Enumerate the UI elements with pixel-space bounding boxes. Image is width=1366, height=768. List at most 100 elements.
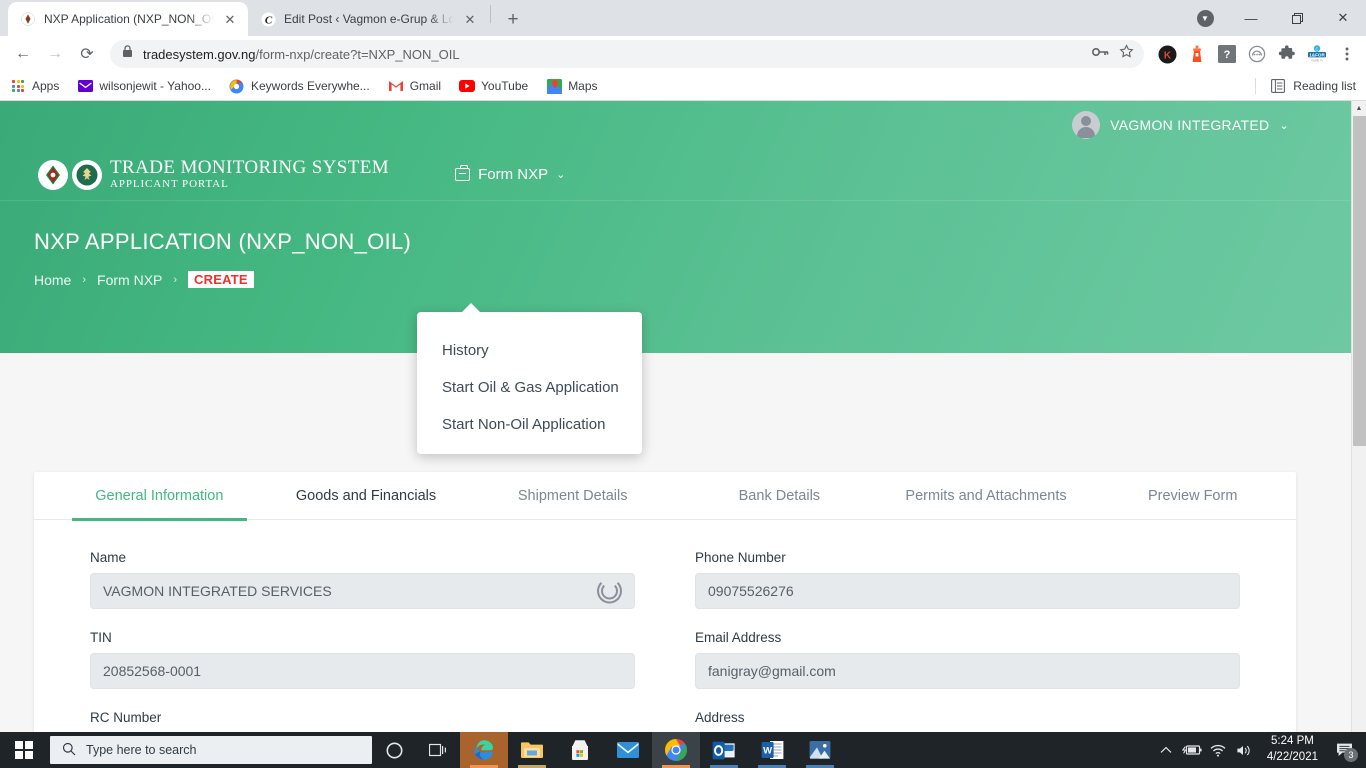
email-address-value: fanigray@gmail.com [708, 663, 836, 679]
search-icon [62, 742, 76, 759]
windows-taskbar: Type here to search W 5:24 PM 4/22/2021 … [0, 732, 1366, 768]
rc-number-label: RC Number [90, 710, 162, 725]
breadcrumb-item-form-nxp[interactable]: Form NXP [97, 272, 162, 288]
outlook-icon[interactable] [700, 732, 748, 768]
form-column-right: Phone Number 09075526276 Email Address f… [695, 550, 1240, 732]
svg-text:1&FOR: 1&FOR [1309, 52, 1325, 57]
breadcrumb: Home › Form NXP › CREATE [34, 271, 1351, 288]
breadcrumb-separator: › [82, 273, 87, 286]
minimize-button[interactable]: — [1228, 2, 1274, 34]
windows-start-icon[interactable] [0, 732, 48, 768]
menu-item-start-oil-gas-application[interactable]: Start Oil & Gas Application [417, 369, 642, 406]
reload-button[interactable]: ⟳ [72, 39, 102, 69]
microsoft-edge-icon[interactable] [460, 732, 508, 768]
email-address-label: Email Address [695, 630, 782, 645]
battery-charging-icon[interactable] [1179, 732, 1205, 768]
kaspersky-extension-icon[interactable]: K [1156, 43, 1178, 65]
user-menu-button[interactable]: VAGMON INTEGRATED ⌄ [1072, 111, 1289, 139]
nav-item-form-nxp[interactable]: Form NXP ⌄ [455, 165, 566, 183]
photos-icon[interactable] [796, 732, 844, 768]
c-for-badge-extension-icon[interactable]: C 1&FOR made in [1306, 43, 1328, 65]
mail-icon[interactable] [604, 732, 652, 768]
volume-icon[interactable] [1231, 732, 1257, 768]
close-window-button[interactable]: ✕ [1320, 2, 1366, 34]
cortana-circle-icon[interactable] [372, 732, 416, 768]
puzzle-extensions-icon[interactable] [1276, 43, 1298, 65]
web-page: VAGMON INTEGRATED ⌄ TRADE MONITORING SYS… [0, 101, 1351, 732]
bookmark-youtube[interactable]: YouTube [459, 78, 528, 94]
nigeria-coat-of-arms-icon [38, 159, 68, 190]
url-path: /form-nxp/create?t=NXP_NON_OIL [255, 46, 460, 62]
wifi-icon[interactable] [1205, 732, 1231, 768]
bookmark-label: YouTube [481, 79, 529, 93]
nav-item-label: Form NXP [478, 166, 549, 183]
scrollbar-thumb[interactable] [1353, 116, 1366, 446]
close-icon[interactable]: ✕ [462, 11, 478, 27]
form-nxp-dropdown-menu: History Start Oil & Gas Application Star… [417, 303, 642, 454]
lighthouse-extension-icon[interactable] [1186, 43, 1208, 65]
star-icon[interactable] [1119, 44, 1134, 64]
tab-permits-and-attachments[interactable]: Permits and Attachments [883, 472, 1090, 520]
page-scrollbar[interactable]: ▲ [1351, 101, 1366, 732]
taskbar-clock[interactable]: 5:24 PM 4/22/2021 [1257, 734, 1328, 765]
back-button[interactable]: ← [8, 39, 38, 69]
bookmark-keywords-everywhere[interactable]: Keywords Everywhe... [229, 78, 370, 94]
microsoft-word-icon[interactable]: W [748, 732, 796, 768]
tab-preview-form[interactable]: Preview Form [1089, 472, 1296, 520]
brand-line-2: APPLICANT PORTAL [110, 177, 229, 190]
bookmark-apps[interactable]: Apps [10, 78, 59, 94]
svg-text:?: ? [1224, 49, 1231, 61]
chevron-down-icon: ⌄ [556, 169, 566, 181]
tab-general-information[interactable]: General Information [56, 472, 263, 521]
field-email-address: Email Address fanigray@gmail.com [695, 630, 1240, 689]
notification-center-icon[interactable]: 3 [1328, 732, 1362, 768]
file-explorer-icon[interactable] [508, 732, 556, 768]
forward-button: → [47, 45, 63, 62]
field-tin: TIN 20852568-0001 [90, 630, 635, 689]
tab-bank-details[interactable]: Bank Details [676, 472, 883, 520]
tin-input[interactable]: 20852568-0001 [90, 653, 635, 689]
clock-date: 4/22/2021 [1266, 751, 1318, 763]
phone-number-value: 09075526276 [708, 583, 794, 599]
browser-tab-inactive[interactable]: C Edit Post ‹ Vagmon e-Grup & Log ✕ [248, 2, 488, 36]
menu-item-history[interactable]: History [417, 332, 642, 369]
scroll-up-arrow-icon[interactable]: ▲ [1352, 101, 1366, 116]
tab-shipment-details[interactable]: Shipment Details [469, 472, 676, 520]
new-tab-button[interactable]: + [499, 5, 527, 33]
breadcrumb-item-home[interactable]: Home [34, 272, 71, 288]
chrome-update-button[interactable]: ▼ [1182, 2, 1228, 34]
svg-text:W: W [763, 746, 772, 757]
bookmark-label: Gmail [409, 79, 442, 93]
menu-item-start-non-oil-application[interactable]: Start Non-Oil Application [417, 406, 642, 443]
google-chrome-icon[interactable] [652, 732, 700, 768]
nigeria-coat-of-arms-icon [20, 11, 36, 27]
browser-tab-active[interactable]: NXP Application (NXP_NON_OIL) ✕ [8, 2, 248, 36]
tab-title: Edit Post ‹ Vagmon e-Grup & Log [284, 12, 454, 26]
help-extension-icon[interactable]: ? [1216, 43, 1238, 65]
chevron-down-icon: ⌄ [1279, 119, 1289, 132]
brand-line-1: TRADE MONITORING SYSTEM [110, 156, 390, 178]
key-icon[interactable] [1091, 45, 1109, 63]
form-card: General Information Goods and Financials… [34, 472, 1296, 732]
task-view-icon[interactable] [416, 732, 460, 768]
reading-list-button[interactable]: Reading list [1255, 78, 1356, 94]
search-placeholder: Type here to search [86, 743, 197, 757]
email-address-input[interactable]: fanigray@gmail.com [695, 653, 1240, 689]
address-bar[interactable]: tradesystem.gov.ng/form-nxp/create?t=NXP… [110, 40, 1144, 68]
show-hidden-icons-icon[interactable] [1153, 732, 1179, 768]
phone-number-input[interactable]: 09075526276 [695, 573, 1240, 609]
bookmark-gmail[interactable]: Gmail [388, 78, 441, 94]
headphones-extension-icon[interactable] [1246, 43, 1268, 65]
microsoft-store-icon[interactable] [556, 732, 604, 768]
field-rc-number: RC Number RC 9696 [90, 710, 635, 732]
user-name: VAGMON INTEGRATED [1110, 117, 1270, 133]
tab-goods-and-financials[interactable]: Goods and Financials [263, 472, 470, 520]
close-icon[interactable]: ✕ [222, 11, 238, 27]
name-input[interactable]: VAGMON INTEGRATED SERVICES [90, 573, 635, 609]
taskbar-search-input[interactable]: Type here to search [50, 736, 372, 764]
bookmark-maps[interactable]: Maps [546, 78, 598, 94]
maximize-button[interactable] [1274, 2, 1320, 34]
bookmark-yahoo[interactable]: wilsonjewit - Yahoo... [77, 78, 211, 94]
chrome-menu-icon[interactable] [1336, 43, 1358, 65]
site-brand[interactable]: TRADE MONITORING SYSTEM APPLICANT PORTAL [38, 156, 390, 191]
